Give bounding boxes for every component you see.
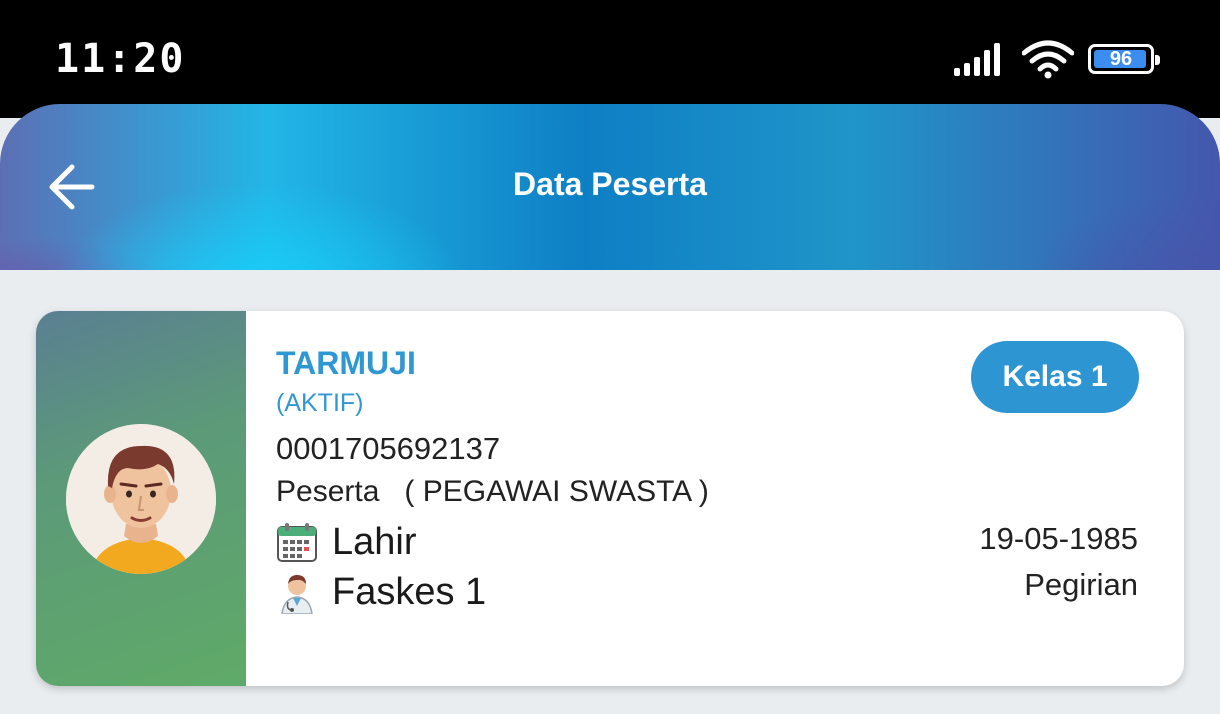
participant-name: TARMUJI bbox=[276, 345, 416, 381]
participant-type: Peserta ( PEGAWAI SWASTA ) bbox=[276, 475, 709, 508]
battery-icon: 96 bbox=[1088, 44, 1160, 74]
signal-icon bbox=[954, 43, 1000, 76]
wifi-icon bbox=[1022, 40, 1074, 79]
faskes-row: Faskes 1 bbox=[276, 569, 486, 615]
participant-status: (AKTIF) bbox=[276, 389, 364, 417]
status-icons: 96 bbox=[954, 38, 1160, 80]
avatar bbox=[66, 424, 216, 574]
calendar-icon bbox=[277, 523, 317, 562]
page-title: Data Peserta bbox=[513, 166, 707, 202]
battery-level: 96 bbox=[1109, 48, 1133, 70]
faskes-label: Faskes 1 bbox=[332, 570, 487, 613]
card-side-panel bbox=[36, 311, 246, 686]
birth-row: Lahir bbox=[276, 519, 417, 565]
app-header: Data Peserta bbox=[0, 104, 1220, 270]
birth-label: Lahir bbox=[332, 520, 417, 563]
user-avatar-icon bbox=[66, 424, 216, 574]
class-badge[interactable]: Kelas 1 bbox=[971, 341, 1139, 413]
birth-date: 19-05-1985 bbox=[979, 521, 1138, 556]
participant-card[interactable]: TARMUJI (AKTIF) 0001705692137 Peserta ( … bbox=[36, 311, 1184, 686]
doctor-icon bbox=[281, 575, 313, 614]
status-time: 11:20 bbox=[55, 36, 186, 82]
faskes-value: Pegirian bbox=[1024, 567, 1138, 602]
card-number: 0001705692137 bbox=[276, 431, 501, 466]
status-bar: 11:20 96 bbox=[0, 0, 1220, 118]
